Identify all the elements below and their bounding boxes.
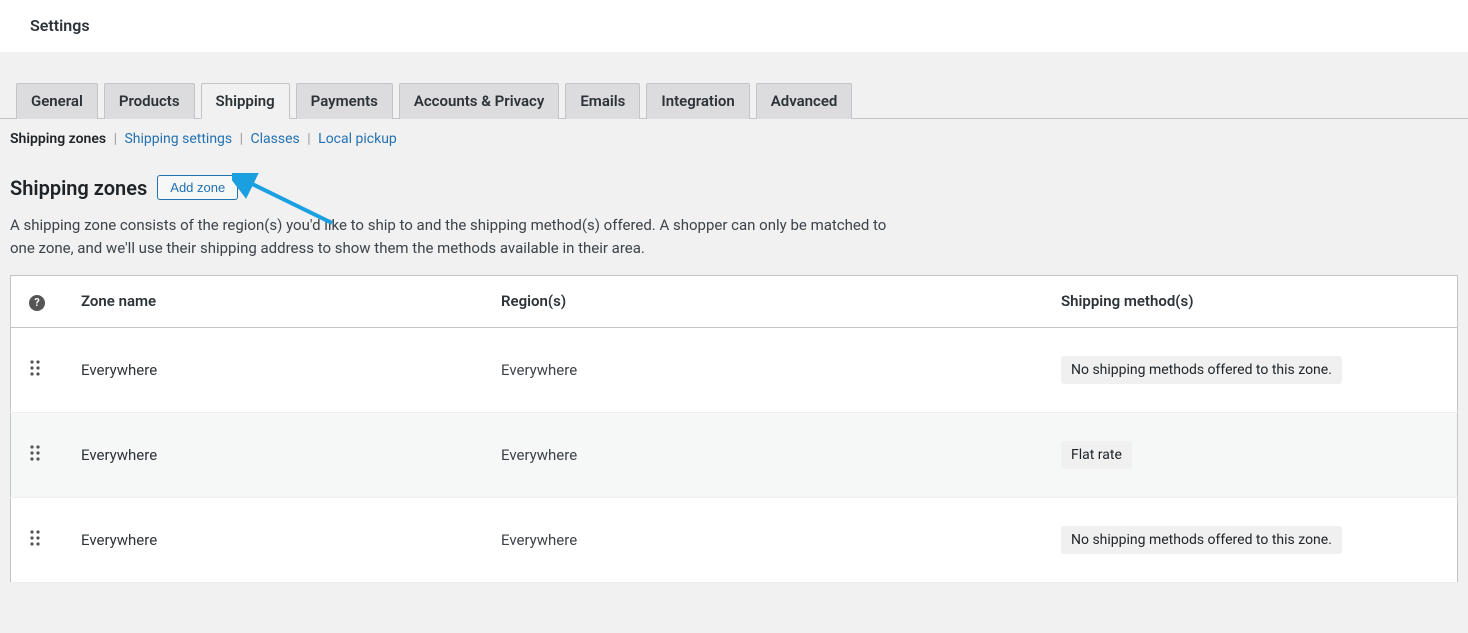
tab-integration[interactable]: Integration xyxy=(646,83,749,119)
zone-method-pill[interactable]: Flat rate xyxy=(1061,441,1132,469)
zone-region: Everywhere xyxy=(501,446,577,464)
tab-general[interactable]: General xyxy=(16,83,98,119)
zone-name-link[interactable]: Everywhere xyxy=(81,446,157,464)
th-help: ? xyxy=(11,276,64,328)
drag-handle-icon[interactable] xyxy=(29,529,41,547)
drag-handle-icon[interactable] xyxy=(29,359,41,377)
zone-method-none: No shipping methods offered to this zone… xyxy=(1061,526,1342,554)
zone-name-link[interactable]: Everywhere xyxy=(81,361,157,379)
subnav-classes[interactable]: Classes xyxy=(251,131,300,147)
tab-products[interactable]: Products xyxy=(104,83,195,119)
table-row: Everywhere Everywhere Flat rate xyxy=(11,412,1458,497)
tabs-nav: General Products Shipping Payments Accou… xyxy=(0,82,1468,119)
tab-advanced[interactable]: Advanced xyxy=(756,83,853,119)
tab-payments[interactable]: Payments xyxy=(296,83,393,119)
subnav-local-pickup[interactable]: Local pickup xyxy=(318,131,397,147)
zones-table: ? Zone name Region(s) Shipping method(s)… xyxy=(10,275,1458,583)
subnav-current: Shipping zones xyxy=(10,131,106,147)
table-row: Everywhere Everywhere No shipping method… xyxy=(11,327,1458,412)
section-header: Shipping zones Add zone xyxy=(10,175,1458,200)
zone-name-link[interactable]: Everywhere xyxy=(81,531,157,549)
section: Shipping zones Add zone A shipping zone … xyxy=(0,153,1468,593)
table-row: Everywhere Everywhere No shipping method… xyxy=(11,497,1458,582)
th-methods: Shipping method(s) xyxy=(1043,276,1458,328)
main: General Products Shipping Payments Accou… xyxy=(0,82,1468,593)
subnav-shipping-settings[interactable]: Shipping settings xyxy=(124,131,232,147)
section-description: A shipping zone consists of the region(s… xyxy=(10,214,890,259)
subnav: Shipping zones | Shipping settings | Cla… xyxy=(0,119,1468,153)
add-zone-button[interactable]: Add zone xyxy=(157,175,238,200)
tab-accounts-privacy[interactable]: Accounts & Privacy xyxy=(399,83,560,119)
zone-region: Everywhere xyxy=(501,531,577,549)
zone-region: Everywhere xyxy=(501,361,577,379)
page-title: Settings xyxy=(30,16,1438,35)
help-icon[interactable]: ? xyxy=(29,295,45,311)
tab-shipping[interactable]: Shipping xyxy=(201,83,290,119)
th-zone-name: Zone name xyxy=(63,276,483,328)
th-regions: Region(s) xyxy=(483,276,1043,328)
drag-handle-icon[interactable] xyxy=(29,444,41,462)
zone-method-none: No shipping methods offered to this zone… xyxy=(1061,356,1342,384)
page-header: Settings xyxy=(0,0,1468,52)
section-heading: Shipping zones xyxy=(10,176,147,200)
tab-emails[interactable]: Emails xyxy=(565,83,640,119)
